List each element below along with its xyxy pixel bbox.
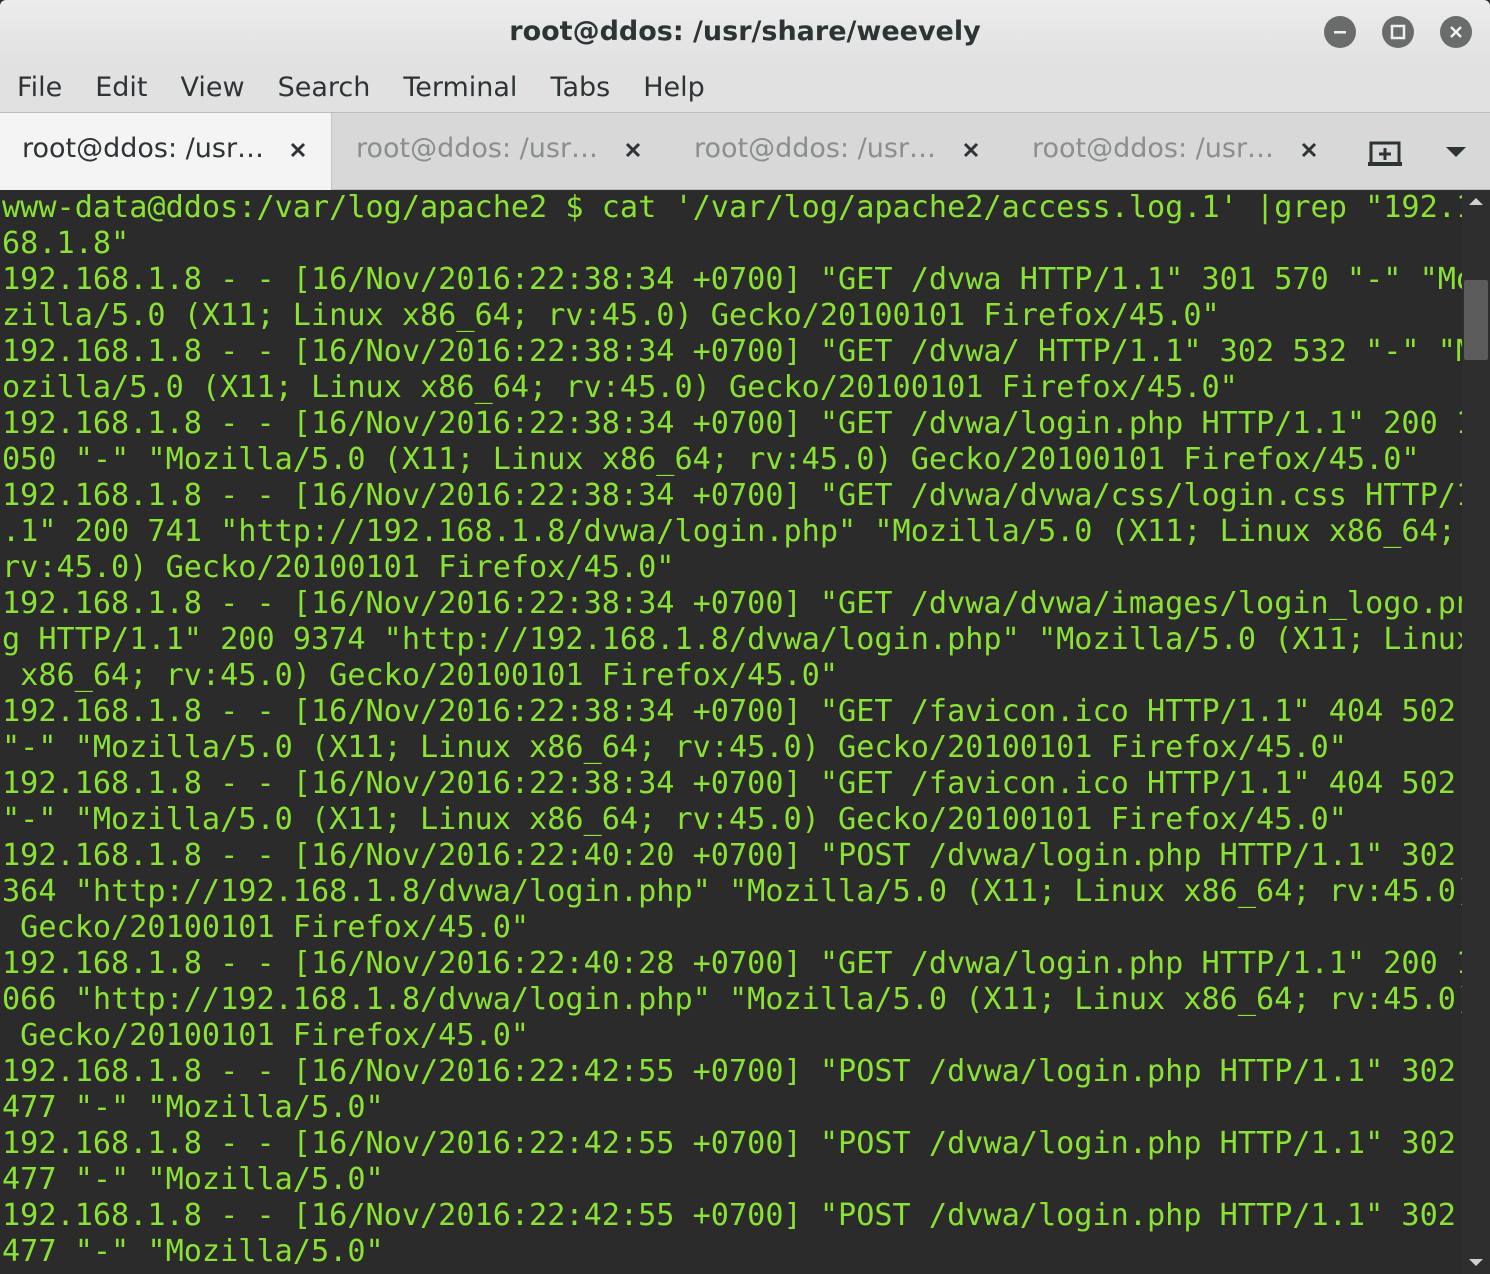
scroll-up-icon[interactable] <box>1468 196 1484 206</box>
minimize-icon <box>1334 31 1346 34</box>
minimize-button[interactable] <box>1324 16 1356 48</box>
terminal-line: ozilla/5.0 (X11; Linux x86_64; rv:45.0) … <box>2 370 1238 405</box>
tab-label: root@ddos: /usr… <box>356 133 599 164</box>
terminal-line: 192.168.1.8 - - [16/Nov/2016:22:38:34 +0… <box>2 586 1462 621</box>
terminal-line: 477 "-" "Mozilla/5.0" <box>2 1162 384 1197</box>
terminal-line: "-" "Mozilla/5.0 (X11; Linux x86_64; rv:… <box>2 802 1347 837</box>
terminal-line: 066 "http://192.168.1.8/dvwa/login.php" … <box>2 982 1462 1017</box>
terminal-line: 192.168.1.8 - - [16/Nov/2016:22:42:55 +0… <box>2 1198 1456 1233</box>
terminal-line: rv:45.0) Gecko/20100101 Firefox/45.0" <box>2 550 675 585</box>
window-titlebar[interactable]: root@ddos: /usr/share/weevely <box>0 0 1490 64</box>
tab-label: root@ddos: /usr… <box>22 133 265 164</box>
close-icon <box>1450 26 1462 38</box>
terminal-line: 050 "-" "Mozilla/5.0 (X11; Linux x86_64;… <box>2 442 1420 477</box>
terminal-line: 192.168.1.8 - - [16/Nov/2016:22:38:34 +0… <box>2 262 1462 297</box>
terminal-line: 192.168.1.8 - - [16/Nov/2016:22:38:34 +0… <box>2 694 1456 729</box>
terminal-line: g HTTP/1.1" 200 9374 "http://192.168.1.8… <box>2 622 1462 657</box>
menu-bar: File Edit View Search Terminal Tabs Help <box>0 64 1490 112</box>
tab-3[interactable]: root@ddos: /usr… <box>672 113 1004 190</box>
terminal-line: 192.168.1.8 - - [16/Nov/2016:22:38:34 +0… <box>2 334 1462 369</box>
terminal-scrollbar[interactable] <box>1462 190 1490 1274</box>
terminal-line: Gecko/20100101 Firefox/45.0" <box>2 910 530 945</box>
tab-label: root@ddos: /usr… <box>1032 133 1275 164</box>
window-title: root@ddos: /usr/share/weevely <box>509 16 981 47</box>
tab-close-icon[interactable] <box>960 139 982 161</box>
menu-view[interactable]: View <box>163 64 260 112</box>
terminal-line: Gecko/20100101 Firefox/45.0" <box>2 1018 530 1053</box>
terminal-line: x86_64; rv:45.0) Gecko/20100101 Firefox/… <box>2 658 839 693</box>
terminal-line: 192.168.1.8 - - [16/Nov/2016:22:38:34 +0… <box>2 766 1456 801</box>
terminal-line: www-data@ddos:/var/log/apache2 $ cat '/v… <box>2 190 1462 225</box>
terminal-line: "-" "Mozilla/5.0 (X11; Linux x86_64; rv:… <box>2 730 1347 765</box>
terminal-line: 68.1.8" <box>2 226 130 261</box>
terminal-output[interactable]: www-data@ddos:/var/log/apache2 $ cat '/v… <box>0 190 1462 1274</box>
menu-edit[interactable]: Edit <box>78 64 163 112</box>
tab-close-icon[interactable] <box>1298 139 1320 161</box>
terminal-line: 364 "http://192.168.1.8/dvwa/login.php" … <box>2 874 1462 909</box>
terminal-line: 192.168.1.8 - - [16/Nov/2016:22:42:55 +0… <box>2 1054 1456 1089</box>
terminal-line: zilla/5.0 (X11; Linux x86_64; rv:45.0) G… <box>2 298 1220 333</box>
tab-1[interactable]: root@ddos: /usr… <box>0 113 332 190</box>
terminal-line: .1" 200 741 "http://192.168.1.8/dvwa/log… <box>2 514 1456 549</box>
scroll-down-icon[interactable] <box>1468 1258 1484 1268</box>
scrollbar-thumb[interactable] <box>1464 280 1488 360</box>
tab-close-icon[interactable] <box>287 139 309 161</box>
terminal-line: 477 "-" "Mozilla/5.0" <box>2 1234 384 1269</box>
terminal-line: 192.168.1.8 - - [16/Nov/2016:22:38:34 +0… <box>2 478 1462 513</box>
menu-help[interactable]: Help <box>626 64 721 112</box>
menu-terminal[interactable]: Terminal <box>386 64 533 112</box>
terminal-line: 192.168.1.8 - - [16/Nov/2016:22:40:28 +0… <box>2 946 1462 981</box>
maximize-button[interactable] <box>1382 16 1414 48</box>
tab-4[interactable]: root@ddos: /usr… <box>1010 113 1342 190</box>
close-button[interactable] <box>1440 16 1472 48</box>
menu-search[interactable]: Search <box>261 64 387 112</box>
maximize-icon <box>1390 24 1406 40</box>
terminal-line: 477 "-" "Mozilla/5.0" <box>2 1090 384 1125</box>
menu-tabs[interactable]: Tabs <box>533 64 626 112</box>
terminal-line: 192.168.1.8 - - [16/Nov/2016:22:38:34 +0… <box>2 406 1462 441</box>
tab-close-icon[interactable] <box>622 139 644 161</box>
tab-2[interactable]: root@ddos: /usr… <box>334 113 666 190</box>
menu-file[interactable]: File <box>0 64 78 112</box>
terminal-line: 192.168.1.8 - - [16/Nov/2016:22:40:20 +0… <box>2 838 1456 873</box>
terminal-line: 192.168.1.8 - - [16/Nov/2016:22:42:55 +0… <box>2 1126 1456 1161</box>
chevron-down-icon[interactable] <box>1444 145 1468 159</box>
tab-label: root@ddos: /usr… <box>694 133 937 164</box>
tab-bar: root@ddos: /usr… root@ddos: /usr… root@d… <box>0 112 1490 190</box>
new-tab-icon[interactable] <box>1368 139 1402 167</box>
